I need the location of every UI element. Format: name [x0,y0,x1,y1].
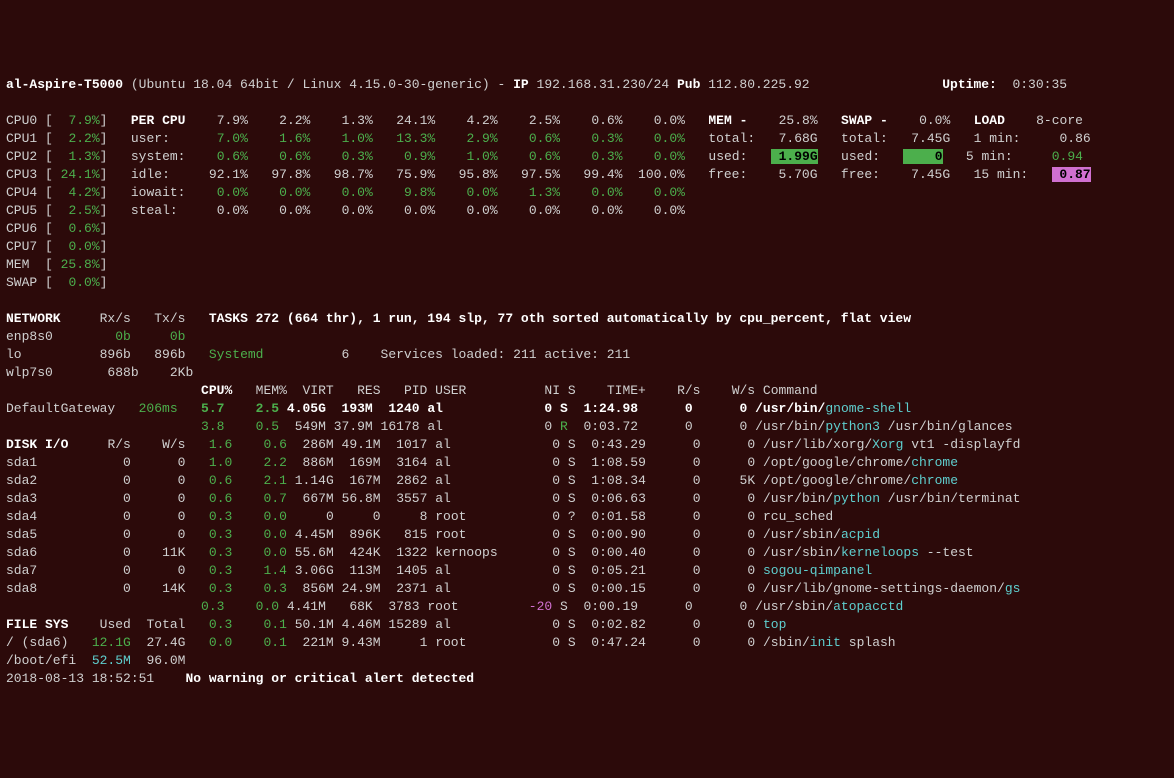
proc-row: 0.3 0.0 4.45M 896K 815 root 0 S 0:00.90 … [209,527,880,542]
net-row-0: enp8s0 0b 0b [6,329,185,344]
proc-header: CPU% MEM% VIRT RES PID USER NI S TIME+ R… [6,383,818,398]
disk-row: sda1 0 0 [6,455,185,470]
disk-row: sda3 0 0 [6,491,185,506]
disk-row: sda6 0 11K [6,545,185,560]
net-row-2: wlp7s0 688b 2Kb [6,365,193,380]
net-row-1: lo 896b 896b [6,347,185,362]
disk-header: DISK I/O R/s W/s [6,437,185,452]
cpu-row-4: CPU4 [ 4.2%] iowait: 0.0% 0.0% 0.0% 9.8%… [6,185,685,200]
header-line: al-Aspire-T5000 (Ubuntu 18.04 64bit / Li… [6,77,1067,92]
disk-row: sda2 0 0 [6,473,185,488]
terminal[interactable]: al-Aspire-T5000 (Ubuntu 18.04 64bit / Li… [6,76,1168,688]
proc-row: 0.3 0.1 50.1M 4.46M 15289 al 0 S 0:02.82… [209,617,786,632]
disk-row: sda4 0 0 [6,509,185,524]
proc-row: 5.7 2.5 4.05G 193M 1240 al 0 S 1:24.98 0… [201,401,911,416]
proc-row: 1.6 0.6 286M 49.1M 1017 al 0 S 0:43.29 0… [209,437,1021,452]
alert-line: No warning or critical alert detected [185,671,474,686]
proc-row: 0.0 0.1 221M 9.43M 1 root 0 S 0:47.24 0 … [209,635,896,650]
proc-row: 0.6 0.7 667M 56.8M 3557 al 0 S 0:06.63 0… [209,491,1021,506]
fs-row: /boot/efi 52.5M 96.0M [6,653,185,668]
fs-header: FILE SYS Used Total [6,617,185,632]
disk-row: sda7 0 0 [6,563,185,578]
proc-row: 0.3 0.0 0 0 8 root 0 ? 0:01.58 0 0 rcu_s… [209,509,833,524]
proc-row: 0.3 0.3 856M 24.9M 2371 al 0 S 0:00.15 0… [209,581,1021,596]
systemd-label: Systemd [209,347,264,362]
disk-row: sda5 0 0 [6,527,185,542]
net-header: NETWORK Rx/s Tx/s [6,311,185,326]
proc-row: 0.6 2.1 1.14G 167M 2862 al 0 S 1:08.34 0… [209,473,958,488]
proc-row: 0.3 0.0 55.6M 424K 1322 kernoops 0 S 0:0… [209,545,974,560]
cpu-row-5: CPU5 [ 2.5%] steal: 0.0% 0.0% 0.0% 0.0% … [6,203,685,218]
cpu-row-7: CPU7 [ 0.0%] [6,239,107,254]
proc-row: 0.3 1.4 3.06G 113M 1405 al 0 S 0:05.21 0… [209,563,872,578]
timestamp: 2018-08-13 18:52:51 [6,671,154,686]
proc-row: 3.8 0.5 549M 37.9M 16178 al 0 R 0:03.72 … [201,419,1013,434]
fs-row: / (sda6) 12.1G 27.4G [6,635,185,650]
cpu-row-2: CPU2 [ 1.3%] system: 0.6% 0.6% 0.3% 0.9%… [6,149,1083,164]
mem-row: MEM [ 25.8%] [6,257,107,272]
cpu-row-1: CPU1 [ 2.2%] user: 7.0% 1.6% 1.0% 13.3% … [6,131,1091,146]
cpu-row-6: CPU6 [ 0.6%] [6,221,107,236]
swap-row: SWAP [ 0.0%] [6,275,107,290]
proc-row: 1.0 2.2 886M 169M 3164 al 0 S 1:08.59 0 … [209,455,958,470]
gw-row: DefaultGateway 206ms [6,401,178,416]
tasks-line: TASKS 272 (664 thr), 1 run, 194 slp, 77 … [209,311,911,326]
disk-row: sda8 0 14K [6,581,185,596]
cpu-row-0: CPU0 [ 7.9%] PER CPU 7.9% 2.2% 1.3% 24.1… [6,113,1083,128]
proc-row: 0.3 0.0 4.41M 68K 3783 root -20 S 0:00.1… [201,599,903,614]
cpu-row-3: CPU3 [ 24.1%] idle: 92.1% 97.8% 98.7% 75… [6,167,1091,182]
